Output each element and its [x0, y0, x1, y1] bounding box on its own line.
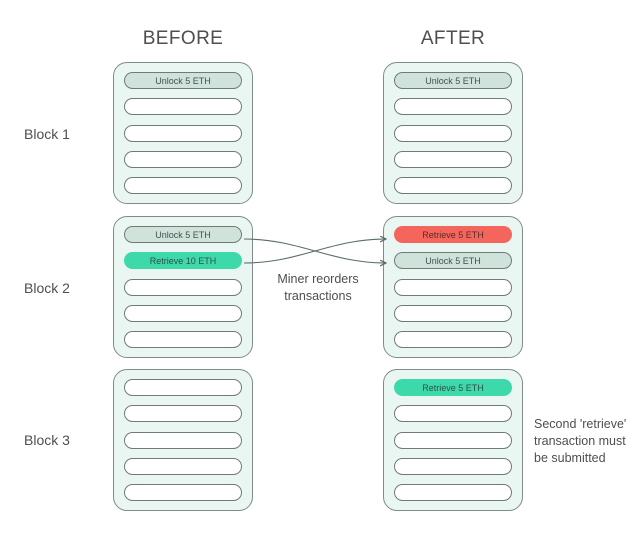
tx-row[interactable] — [124, 331, 242, 348]
miner-reorders-annotation: Miner reorders transactions — [253, 271, 383, 305]
tx-row[interactable] — [394, 150, 512, 168]
after-block-1: Unlock 5 ETH — [383, 62, 523, 204]
before-block-3 — [113, 369, 253, 511]
tx-row[interactable]: Retrieve 5 ETH — [394, 379, 512, 396]
caption-line-2: transaction must — [534, 434, 626, 448]
caption-line-3: be submitted — [534, 451, 606, 465]
reorder-attack-diagram: BEFORE AFTER Block 1 Block 2 Block 3 Unl… — [0, 0, 640, 550]
after-block-3: Retrieve 5 ETH — [383, 369, 523, 511]
tx-row[interactable]: Unlock 5 ETH — [394, 252, 512, 270]
caption-line-1: Second 'retrieve' — [534, 417, 627, 431]
tx-row[interactable] — [394, 484, 512, 501]
before-block-1: Unlock 5 ETH — [113, 62, 253, 204]
tx-row[interactable] — [394, 278, 512, 296]
tx-row[interactable] — [124, 177, 242, 194]
tx-row[interactable] — [124, 304, 242, 322]
tx-row[interactable]: Retrieve 5 ETH — [394, 226, 512, 243]
row-label-block-1: Block 1 — [24, 126, 70, 142]
tx-row[interactable] — [124, 431, 242, 449]
tx-row[interactable] — [124, 98, 242, 116]
tx-row[interactable] — [394, 98, 512, 116]
tx-row[interactable] — [124, 484, 242, 501]
tx-row[interactable] — [394, 124, 512, 142]
tx-row[interactable]: Unlock 5 ETH — [394, 72, 512, 89]
tx-row[interactable] — [124, 124, 242, 142]
tx-row[interactable]: Retrieve 10 ETH — [124, 252, 242, 270]
tx-row[interactable]: Unlock 5 ETH — [124, 72, 242, 89]
arrow-unlock-to-second-slot — [243, 238, 386, 263]
column-header-after: AFTER — [420, 28, 486, 49]
row-label-block-2: Block 2 — [24, 280, 70, 296]
tx-row[interactable] — [394, 331, 512, 348]
annotation-line-2: transactions — [284, 289, 352, 303]
column-header-before: BEFORE — [142, 28, 224, 49]
tx-row[interactable] — [124, 405, 242, 423]
second-retrieve-caption: Second 'retrieve' transaction must be su… — [534, 416, 640, 467]
tx-row[interactable] — [124, 278, 242, 296]
tx-row[interactable] — [124, 457, 242, 475]
tx-row[interactable] — [394, 304, 512, 322]
after-block-2: Retrieve 5 ETH Unlock 5 ETH — [383, 216, 523, 358]
before-block-2: Unlock 5 ETH Retrieve 10 ETH — [113, 216, 253, 358]
tx-row[interactable] — [394, 431, 512, 449]
arrow-retrieve-to-first-slot — [243, 239, 386, 264]
annotation-line-1: Miner reorders — [277, 272, 359, 286]
row-label-block-3: Block 3 — [24, 432, 70, 448]
tx-row[interactable] — [394, 405, 512, 423]
tx-row[interactable]: Unlock 5 ETH — [124, 226, 242, 243]
tx-row[interactable] — [394, 177, 512, 194]
tx-row[interactable] — [124, 379, 242, 396]
tx-row[interactable] — [124, 150, 242, 168]
tx-row[interactable] — [394, 457, 512, 475]
